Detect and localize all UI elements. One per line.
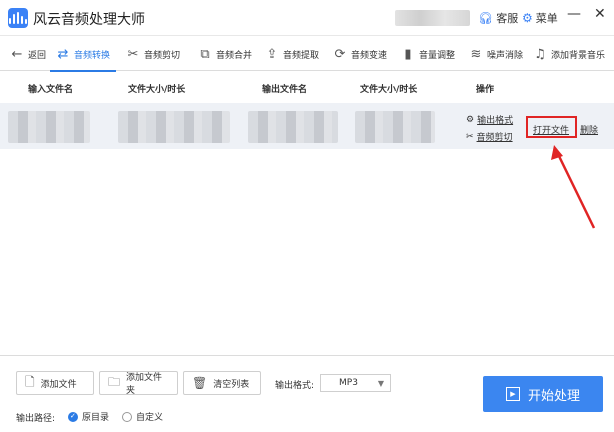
path-label: 输出路径: xyxy=(16,414,56,424)
add-file-button[interactable]: 🗋︎ 添加文件 xyxy=(16,371,94,395)
settings-icon: ⚙ xyxy=(466,114,475,125)
menu-icon: ⚙︎ xyxy=(522,11,533,25)
blurred-output-size xyxy=(355,111,435,143)
path-original-radio[interactable]: 原目录 xyxy=(68,410,109,423)
col-input-size: 文件大小/时长 xyxy=(128,85,186,95)
tab-audio-convert[interactable]: ⇄ 音频转换 xyxy=(49,37,117,72)
app-title: 风云音频处理大师 xyxy=(33,12,145,28)
music-icon: ♫ xyxy=(534,46,546,62)
delete-link[interactable]: 删除 xyxy=(580,123,598,136)
scissors-icon: ✂ xyxy=(466,131,474,142)
trash-icon: 🗑︎ xyxy=(192,376,208,390)
play-icon: ▶ xyxy=(505,387,520,401)
back-button[interactable]: ← 返回 xyxy=(10,37,46,71)
blurred-user-info xyxy=(395,10,470,26)
speed-icon: ⟳ xyxy=(334,46,346,62)
back-arrow-icon: ← xyxy=(11,46,23,62)
menu-button[interactable]: ⚙︎ 菜单 xyxy=(522,10,558,26)
tab-audio-extract[interactable]: ⇪ 音频提取 xyxy=(265,37,319,71)
clear-list-button[interactable]: 🗑︎ 清空列表 xyxy=(183,371,261,395)
noise-icon: ≋ xyxy=(470,46,482,62)
blurred-input-name xyxy=(8,111,90,143)
col-input-name: 输入文件名 xyxy=(28,85,74,95)
chevron-down-icon: ▼ xyxy=(377,378,384,388)
table-header: 输入文件名 文件大小/时长 输出文件名 文件大小/时长 操作 xyxy=(0,76,614,100)
radio-checked-icon xyxy=(68,411,78,422)
close-button[interactable]: ✕ xyxy=(594,6,606,22)
radio-unchecked-icon xyxy=(122,411,132,422)
volume-icon: ▮ xyxy=(404,46,412,62)
format-select[interactable]: MP3 ▼ xyxy=(320,374,391,392)
format-label: 输出格式: xyxy=(275,381,315,391)
blurred-input-size xyxy=(118,111,230,143)
title-bar: 风云音频处理大师 🎧︎ 客服 ⚙︎ 菜单 — ✕ xyxy=(0,0,614,36)
tab-add-bgm[interactable]: ♫ 添加背景音乐 xyxy=(533,37,605,71)
minimize-button[interactable]: — xyxy=(567,6,581,22)
add-folder-button[interactable]: 🗀︎ 添加文件夹 xyxy=(99,371,178,396)
folder-add-icon: 🗀︎ xyxy=(108,374,121,389)
file-add-icon: 🗋︎ xyxy=(25,374,35,389)
audio-cut-link[interactable]: ✂ 音频剪切 xyxy=(466,130,513,144)
table-row[interactable]: ⚙ 输出格式 ✂ 音频剪切 打开文件 删除 xyxy=(0,103,614,149)
highlight-box xyxy=(526,116,577,138)
col-output-size: 文件大小/时长 xyxy=(360,85,418,95)
merge-icon: ⧉ xyxy=(200,46,210,62)
app-logo xyxy=(8,8,28,28)
col-actions: 操作 xyxy=(476,85,495,95)
tab-audio-cut[interactable]: ✂ 音频剪切 xyxy=(126,37,180,71)
function-toolbar: ← 返回 ⇄ 音频转换 ✂ 音频剪切 ⧉ 音频合并 ⇪ 音频提取 ⟳ 音频变速 … xyxy=(0,37,614,72)
tab-volume-adjust[interactable]: ▮ 音量调整 xyxy=(401,37,455,71)
tab-audio-speed[interactable]: ⟳ 音频变速 xyxy=(333,37,387,71)
service-button[interactable]: 🎧︎ 客服 xyxy=(478,10,518,26)
col-output-name: 输出文件名 xyxy=(262,85,308,95)
start-processing-button[interactable]: ▶ 开始处理 xyxy=(483,376,603,412)
scissors-icon: ✂ xyxy=(127,46,139,62)
convert-icon: ⇄ xyxy=(57,46,69,62)
output-format-link[interactable]: ⚙ 输出格式 xyxy=(466,113,513,127)
tab-audio-merge[interactable]: ⧉ 音频合并 xyxy=(198,37,252,71)
headset-icon: 🎧︎ xyxy=(478,11,494,25)
tab-noise-removal[interactable]: ≋ 噪声消除 xyxy=(469,37,523,71)
blurred-output-name xyxy=(248,111,338,143)
path-custom-radio[interactable]: 自定义 xyxy=(122,410,163,423)
extract-icon: ⇪ xyxy=(266,46,278,62)
